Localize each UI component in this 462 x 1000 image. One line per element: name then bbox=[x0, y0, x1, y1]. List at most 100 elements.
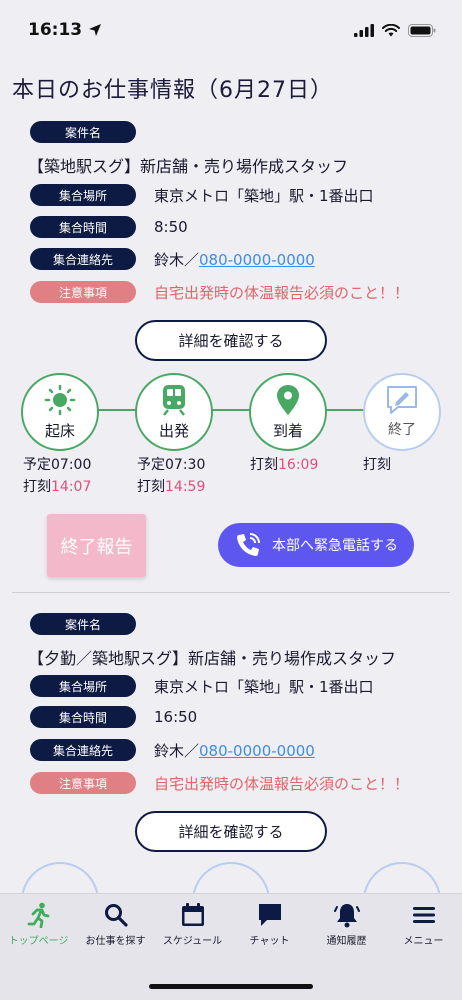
case-name-label-row: 案件名 bbox=[30, 613, 136, 635]
notice-row: 注意事項 自宅出発時の体温報告必須のこと！！ bbox=[30, 281, 409, 303]
job-title: 【夕勤／築地駅スグ】新店舗・売り場作成スタッフ bbox=[28, 649, 397, 668]
location-arrow-icon bbox=[89, 24, 102, 36]
sun-icon bbox=[44, 384, 76, 415]
step-depart[interactable]: 出発 bbox=[135, 373, 213, 451]
meeting-contact-value: 鈴木／080-0000-0000 bbox=[154, 249, 315, 270]
tab-schedule[interactable]: スケジュール bbox=[154, 902, 231, 950]
emergency-call-label: 本部へ緊急電話する bbox=[272, 538, 398, 554]
home-indicator[interactable] bbox=[149, 984, 313, 989]
contact-phone-link[interactable]: 080-0000-0000 bbox=[199, 742, 315, 760]
stamp-label: 打刻 bbox=[137, 479, 165, 495]
meeting-place-row: 集合場所 東京メトロ「築地」駅・1番出口 bbox=[30, 184, 374, 206]
stamp-time: 14:07 bbox=[51, 479, 92, 495]
step-times-wake-up: 予定07:00 打刻14:07 bbox=[23, 454, 91, 498]
tab-notifications[interactable]: 通知履歴 bbox=[308, 902, 385, 950]
meeting-place-label: 集合場所 bbox=[30, 675, 136, 697]
view-details-button[interactable]: 詳細を確認する bbox=[135, 320, 327, 361]
clock-text: 16:13 bbox=[28, 20, 83, 40]
meeting-place-value: 東京メトロ「築地」駅・1番出口 bbox=[154, 186, 374, 205]
contact-phone-link[interactable]: 080-0000-0000 bbox=[199, 251, 315, 269]
train-icon bbox=[163, 384, 185, 416]
running-person-icon bbox=[27, 902, 49, 928]
status-time: 16:13 bbox=[28, 20, 102, 40]
step-label: 到着 bbox=[272, 421, 303, 440]
scheduled-label: 予定 bbox=[23, 457, 51, 473]
progress-steps: 起床 出発 到着 終了 bbox=[0, 373, 462, 453]
meeting-place-label: 集合場所 bbox=[30, 184, 136, 206]
meeting-time-label: 集合時間 bbox=[30, 216, 136, 238]
status-bar: 16:13 bbox=[0, 0, 462, 60]
meeting-time-row: 集合時間 16:50 bbox=[30, 706, 197, 728]
stamp-label: 打刻 bbox=[250, 457, 278, 473]
location-pin-icon bbox=[277, 384, 299, 415]
meeting-place-value: 東京メトロ「築地」駅・1番出口 bbox=[154, 677, 374, 696]
battery-icon bbox=[408, 23, 436, 37]
menu-icon bbox=[412, 907, 435, 923]
tab-top-page[interactable]: トップページ bbox=[0, 902, 77, 950]
step-connector bbox=[98, 409, 136, 411]
meeting-contact-value: 鈴木／080-0000-0000 bbox=[154, 740, 315, 761]
emergency-call-button[interactable]: 本部へ緊急電話する bbox=[218, 523, 414, 567]
status-icons bbox=[354, 23, 436, 37]
contact-name: 鈴木／ bbox=[154, 250, 200, 269]
step-label: 終了 bbox=[388, 422, 416, 438]
tab-menu[interactable]: メニュー bbox=[385, 902, 462, 950]
tab-label: トップページ bbox=[8, 936, 69, 947]
notice-value: 自宅出発時の体温報告必須のこと！！ bbox=[154, 283, 410, 302]
step-finish[interactable]: 終了 bbox=[363, 373, 441, 451]
stamp-label: 打刻 bbox=[23, 479, 51, 495]
phone-call-icon bbox=[237, 533, 260, 556]
meeting-time-row: 集合時間 8:50 bbox=[30, 216, 188, 238]
step-times-finish: 打刻 bbox=[363, 454, 391, 476]
calendar-icon bbox=[181, 903, 204, 926]
notice-label: 注意事項 bbox=[30, 281, 136, 303]
tab-label: チャット bbox=[249, 936, 290, 947]
meeting-contact-row: 集合連絡先 鈴木／080-0000-0000 bbox=[30, 739, 315, 761]
tab-label: お仕事を探す bbox=[85, 936, 146, 947]
scheduled-time: 07:00 bbox=[51, 457, 92, 473]
section-divider bbox=[12, 592, 450, 593]
scheduled-label: 予定 bbox=[137, 457, 165, 473]
page-title: 本日のお仕事情報（6月27日） bbox=[12, 78, 333, 103]
tab-label: スケジュール bbox=[162, 936, 223, 947]
tab-chat[interactable]: チャット bbox=[231, 902, 308, 950]
tab-label: 通知履歴 bbox=[326, 936, 367, 947]
meeting-time-value: 8:50 bbox=[154, 218, 188, 236]
meeting-contact-row: 集合連絡先 鈴木／080-0000-0000 bbox=[30, 248, 315, 270]
step-label: 起床 bbox=[44, 421, 75, 440]
case-name-label: 案件名 bbox=[30, 613, 136, 635]
step-arrive[interactable]: 到着 bbox=[249, 373, 327, 451]
step-times-depart: 予定07:30 打刻14:59 bbox=[137, 454, 205, 498]
meeting-place-row: 集合場所 東京メトロ「築地」駅・1番出口 bbox=[30, 675, 374, 697]
scheduled-time: 07:30 bbox=[165, 457, 206, 473]
job-title: 【築地駅スグ】新店舗・売り場作成スタッフ bbox=[28, 157, 349, 176]
stamp-label: 打刻 bbox=[363, 457, 391, 473]
case-name-label: 案件名 bbox=[30, 121, 136, 143]
contact-name: 鈴木／ bbox=[154, 741, 200, 760]
search-icon bbox=[104, 904, 128, 927]
meeting-contact-label: 集合連絡先 bbox=[30, 248, 136, 270]
step-wake-up[interactable]: 起床 bbox=[21, 373, 99, 451]
step-connector bbox=[326, 409, 364, 411]
chat-icon bbox=[258, 904, 281, 926]
stamp-time: 14:59 bbox=[165, 479, 206, 495]
bell-icon bbox=[333, 904, 360, 928]
step-connector bbox=[212, 409, 250, 411]
tab-label: メニュー bbox=[403, 936, 444, 947]
signal-icon bbox=[354, 23, 374, 37]
case-name-label-row: 案件名 bbox=[30, 121, 136, 143]
stamp-time: 16:09 bbox=[278, 457, 319, 473]
meeting-contact-label: 集合連絡先 bbox=[30, 739, 136, 761]
tab-find-jobs[interactable]: お仕事を探す bbox=[77, 902, 154, 950]
notice-value: 自宅出発時の体温報告必須のこと！！ bbox=[154, 774, 410, 793]
notice-row: 注意事項 自宅出発時の体温報告必須のこと！！ bbox=[30, 772, 409, 794]
notice-label: 注意事項 bbox=[30, 772, 136, 794]
report-icon bbox=[387, 386, 417, 414]
wifi-icon bbox=[382, 23, 400, 36]
meeting-time-value: 16:50 bbox=[154, 708, 198, 726]
meeting-time-label: 集合時間 bbox=[30, 706, 136, 728]
view-details-button[interactable]: 詳細を確認する bbox=[135, 811, 327, 852]
step-label: 出発 bbox=[158, 421, 189, 440]
finish-report-button[interactable]: 終了報告 bbox=[47, 514, 146, 577]
step-times-arrive: 打刻16:09 bbox=[250, 454, 318, 476]
